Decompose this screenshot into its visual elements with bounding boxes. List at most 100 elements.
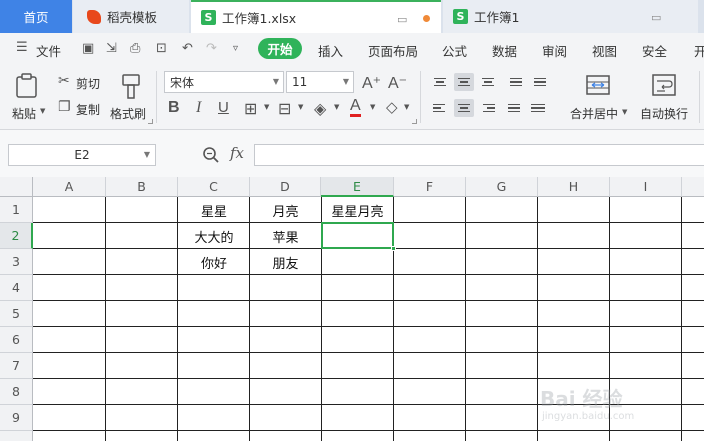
column-header-e[interactable]: E (321, 177, 394, 197)
gridline (33, 274, 704, 275)
chevron-down-icon[interactable]: ▼ (334, 103, 339, 111)
menu-review[interactable]: 审阅 (542, 41, 567, 60)
decrease-font-size-icon[interactable]: A⁻ (388, 73, 407, 93)
cell-c2[interactable]: 大大的 (178, 223, 250, 249)
bold-icon[interactable]: B (168, 99, 180, 117)
spreadsheet-grid[interactable]: A B C D E F G H I 1 2 3 4 5 6 7 8 9 星星 月… (0, 177, 704, 441)
align-left-icon[interactable] (430, 99, 450, 117)
tab-home[interactable]: 首页 (0, 0, 72, 33)
name-box[interactable]: E2 ▼ (8, 144, 156, 166)
customize-toolbar-icon[interactable]: ▿ (233, 43, 238, 54)
fill-handle[interactable] (391, 246, 396, 251)
chevron-down-icon[interactable]: ▼ (298, 103, 303, 111)
menu-data[interactable]: 数据 (492, 41, 517, 60)
export-pdf-icon[interactable]: ⇲ (106, 41, 117, 56)
align-bottom-icon[interactable] (478, 73, 498, 91)
tab-template[interactable]: 稻壳模板 (73, 0, 189, 33)
row-header-8[interactable]: 8 (0, 379, 33, 405)
font-name-select[interactable]: 宋体 ▼ (164, 71, 284, 93)
menu-insert[interactable]: 插入 (318, 41, 343, 60)
row-header-2[interactable]: 2 (0, 223, 33, 249)
column-header-b[interactable]: B (106, 177, 178, 197)
print-preview-icon[interactable]: ⊡ (156, 41, 167, 56)
column-header-f[interactable]: F (394, 177, 466, 197)
row-header-3[interactable]: 3 (0, 249, 33, 275)
font-size-select[interactable]: 11 ▼ (286, 71, 354, 93)
menu-security[interactable]: 安全 (642, 41, 667, 60)
font-dialog-launcher[interactable] (412, 119, 417, 124)
chevron-down-icon[interactable]: ▼ (404, 103, 409, 111)
menu-more[interactable]: 开 (694, 41, 704, 60)
align-center-icon[interactable] (454, 99, 474, 117)
window-restore-icon[interactable]: ▭ (397, 13, 407, 26)
select-all-corner[interactable] (0, 177, 33, 197)
decrease-indent-icon[interactable] (506, 73, 526, 91)
column-header-a[interactable]: A (33, 177, 106, 197)
align-middle-icon[interactable] (454, 73, 474, 91)
redo-icon[interactable]: ↷ (206, 41, 217, 56)
row-header-1[interactable]: 1 (0, 197, 33, 223)
active-cell-e2[interactable] (321, 222, 394, 249)
cell-c1[interactable]: 星星 (178, 197, 250, 223)
menu-file[interactable]: 文件 (36, 41, 61, 60)
tab-second-document[interactable]: S 工作簿1 ▭ (443, 0, 698, 33)
row-header-5[interactable]: 5 (0, 301, 33, 327)
row-header-10[interactable] (0, 431, 33, 441)
underline-icon[interactable]: U (218, 99, 229, 116)
copy-button[interactable]: 复制 (76, 101, 100, 118)
menu-start[interactable]: 开始 (258, 38, 302, 59)
borders-icon[interactable]: ⊞ (244, 99, 257, 118)
print-icon[interactable]: ⎙ (130, 41, 140, 56)
cut-button[interactable]: 剪切 (76, 75, 100, 92)
chevron-down-icon[interactable]: ▼ (264, 103, 269, 111)
cell-d2[interactable]: 苹果 (250, 223, 321, 249)
increase-indent-icon[interactable] (530, 73, 550, 91)
divider (699, 71, 700, 123)
menu-formula[interactable]: 公式 (442, 41, 467, 60)
merge-center-button[interactable]: 合并居中 ▼ (566, 69, 630, 124)
cell-c3[interactable]: 你好 (178, 249, 250, 275)
zoom-formula-icon[interactable] (202, 146, 220, 164)
paste-button[interactable]: 粘贴 ▼ (10, 69, 45, 124)
row-header-9[interactable]: 9 (0, 405, 33, 431)
cell-style-icon[interactable]: ⊟ (278, 99, 291, 118)
column-header-d[interactable]: D (250, 177, 321, 197)
font-color-icon[interactable]: A (350, 97, 361, 117)
menu-view[interactable]: 视图 (592, 41, 617, 60)
cell-d1[interactable]: 月亮 (250, 197, 321, 223)
column-header-h[interactable]: H (538, 177, 610, 197)
window-restore-icon[interactable]: ▭ (651, 11, 661, 24)
menu-bar: ☰ 文件 ▣ ⇲ ⎙ ⊡ ↶ ↷ ▿ 开始 插入 页面布局 公式 数据 审阅 视… (0, 33, 704, 65)
chevron-down-icon: ▼ (622, 108, 628, 116)
eraser-icon[interactable]: ◇ (386, 98, 398, 116)
row-header-4[interactable]: 4 (0, 275, 33, 301)
cell-d3[interactable]: 朋友 (250, 249, 321, 275)
align-top-icon[interactable] (430, 73, 450, 91)
cell-e1[interactable]: 星星月亮 (321, 197, 394, 223)
column-header-i[interactable]: I (610, 177, 682, 197)
column-header-g[interactable]: G (466, 177, 538, 197)
increase-font-size-icon[interactable]: A⁺ (362, 73, 381, 93)
menu-page-layout[interactable]: 页面布局 (368, 41, 418, 60)
tab-active-document[interactable]: S 工作簿1.xlsx ▭ (191, 0, 441, 33)
scissors-icon: ✂ (58, 73, 70, 89)
column-header-c[interactable]: C (178, 177, 250, 197)
clipboard-dialog-launcher[interactable] (148, 119, 153, 124)
hamburger-menu-icon[interactable]: ☰ (16, 40, 28, 55)
save-icon[interactable]: ▣ (82, 41, 94, 56)
insert-function-icon[interactable]: fx (230, 144, 244, 162)
align-right-icon[interactable] (478, 99, 498, 117)
row-header-7[interactable]: 7 (0, 353, 33, 379)
italic-icon[interactable]: I (196, 99, 201, 117)
menu-start-label: 开始 (267, 42, 293, 57)
chevron-down-icon[interactable]: ▼ (370, 103, 375, 111)
column-header-partial[interactable] (682, 177, 704, 197)
undo-icon[interactable]: ↶ (182, 41, 193, 56)
fill-color-icon[interactable]: ◈ (314, 99, 326, 118)
distributed-align-icon[interactable] (528, 99, 548, 117)
row-header-6[interactable]: 6 (0, 327, 33, 353)
formula-input[interactable] (254, 144, 704, 166)
justify-icon[interactable] (504, 99, 524, 117)
wrap-text-button[interactable]: 自动换行 (636, 69, 696, 124)
format-painter-button[interactable]: 格式刷 (108, 69, 152, 124)
